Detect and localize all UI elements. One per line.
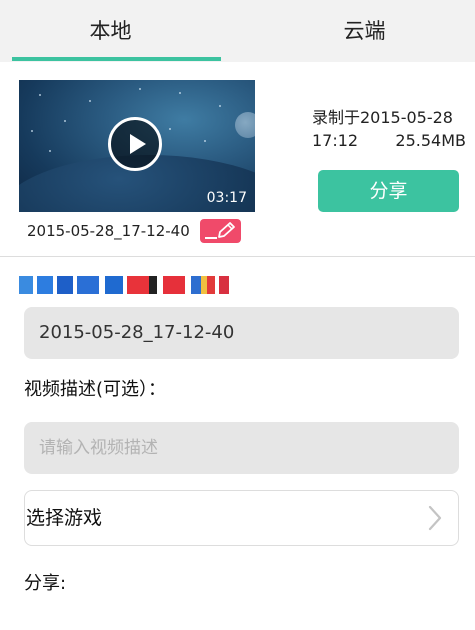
game-icon[interactable] <box>127 276 149 294</box>
active-tab-indicator <box>12 57 221 61</box>
game-icon[interactable] <box>191 276 201 294</box>
recorded-date: 录制于2015-05-28 <box>312 108 453 127</box>
game-icon[interactable] <box>77 276 99 294</box>
thumbnail-star <box>179 92 181 94</box>
video-title-input[interactable]: 2015-05-28_17-12-40 <box>24 307 459 359</box>
game-icon[interactable] <box>57 276 73 294</box>
description-label: 视频描述(可选）： <box>24 379 167 400</box>
play-icon <box>130 134 146 154</box>
thumbnail-star <box>219 105 221 107</box>
thumbnail-star <box>31 130 33 132</box>
thumbnail-star <box>64 120 66 122</box>
description-input[interactable]: 请输入视频描述 <box>24 422 459 474</box>
recorded-time: 17:12 <box>312 131 359 150</box>
tab-cloud[interactable]: 云端 <box>254 0 475 62</box>
share-section-label: 分享: <box>24 573 67 594</box>
thumbnail-star <box>89 100 91 102</box>
recording-info: 录制于2015-05-28 17:12 25.54MB <box>312 106 467 152</box>
game-icons-strip[interactable] <box>19 276 255 294</box>
file-size: 25.54MB <box>395 131 466 150</box>
edit-name-button[interactable] <box>200 219 241 243</box>
play-button[interactable] <box>108 117 162 171</box>
thumbnail-moon <box>235 112 255 138</box>
video-thumbnail[interactable]: 03:17 <box>19 80 255 212</box>
mail-icon[interactable] <box>37 276 53 294</box>
tab-local[interactable]: 本地 <box>0 0 221 62</box>
share-button[interactable]: 分享 <box>318 170 459 212</box>
game-icon[interactable] <box>163 276 185 294</box>
thumbnail-star <box>139 88 141 90</box>
chevron-right-icon <box>428 505 442 531</box>
select-game-label: 选择游戏 <box>26 507 103 529</box>
video-duration: 03:17 <box>206 190 247 206</box>
video-filename: 2015-05-28_17-12-40 <box>27 222 190 240</box>
divider <box>0 256 475 257</box>
game-icon[interactable] <box>105 276 123 294</box>
pencil-icon <box>205 222 235 239</box>
game-icon[interactable] <box>149 276 157 294</box>
game-icon[interactable] <box>207 276 215 294</box>
tab-bar: 本地 云端 <box>0 0 475 62</box>
thumbnail-star <box>49 150 51 152</box>
select-game-row[interactable]: 选择游戏 <box>24 490 459 546</box>
thumbnail-star <box>39 94 41 96</box>
thumbnail-star <box>204 140 206 142</box>
game-icon[interactable] <box>219 276 229 294</box>
thumbnail-star <box>169 128 171 130</box>
recording-meta: 17:12 25.54MB <box>312 129 466 152</box>
game-icon[interactable] <box>19 276 33 294</box>
